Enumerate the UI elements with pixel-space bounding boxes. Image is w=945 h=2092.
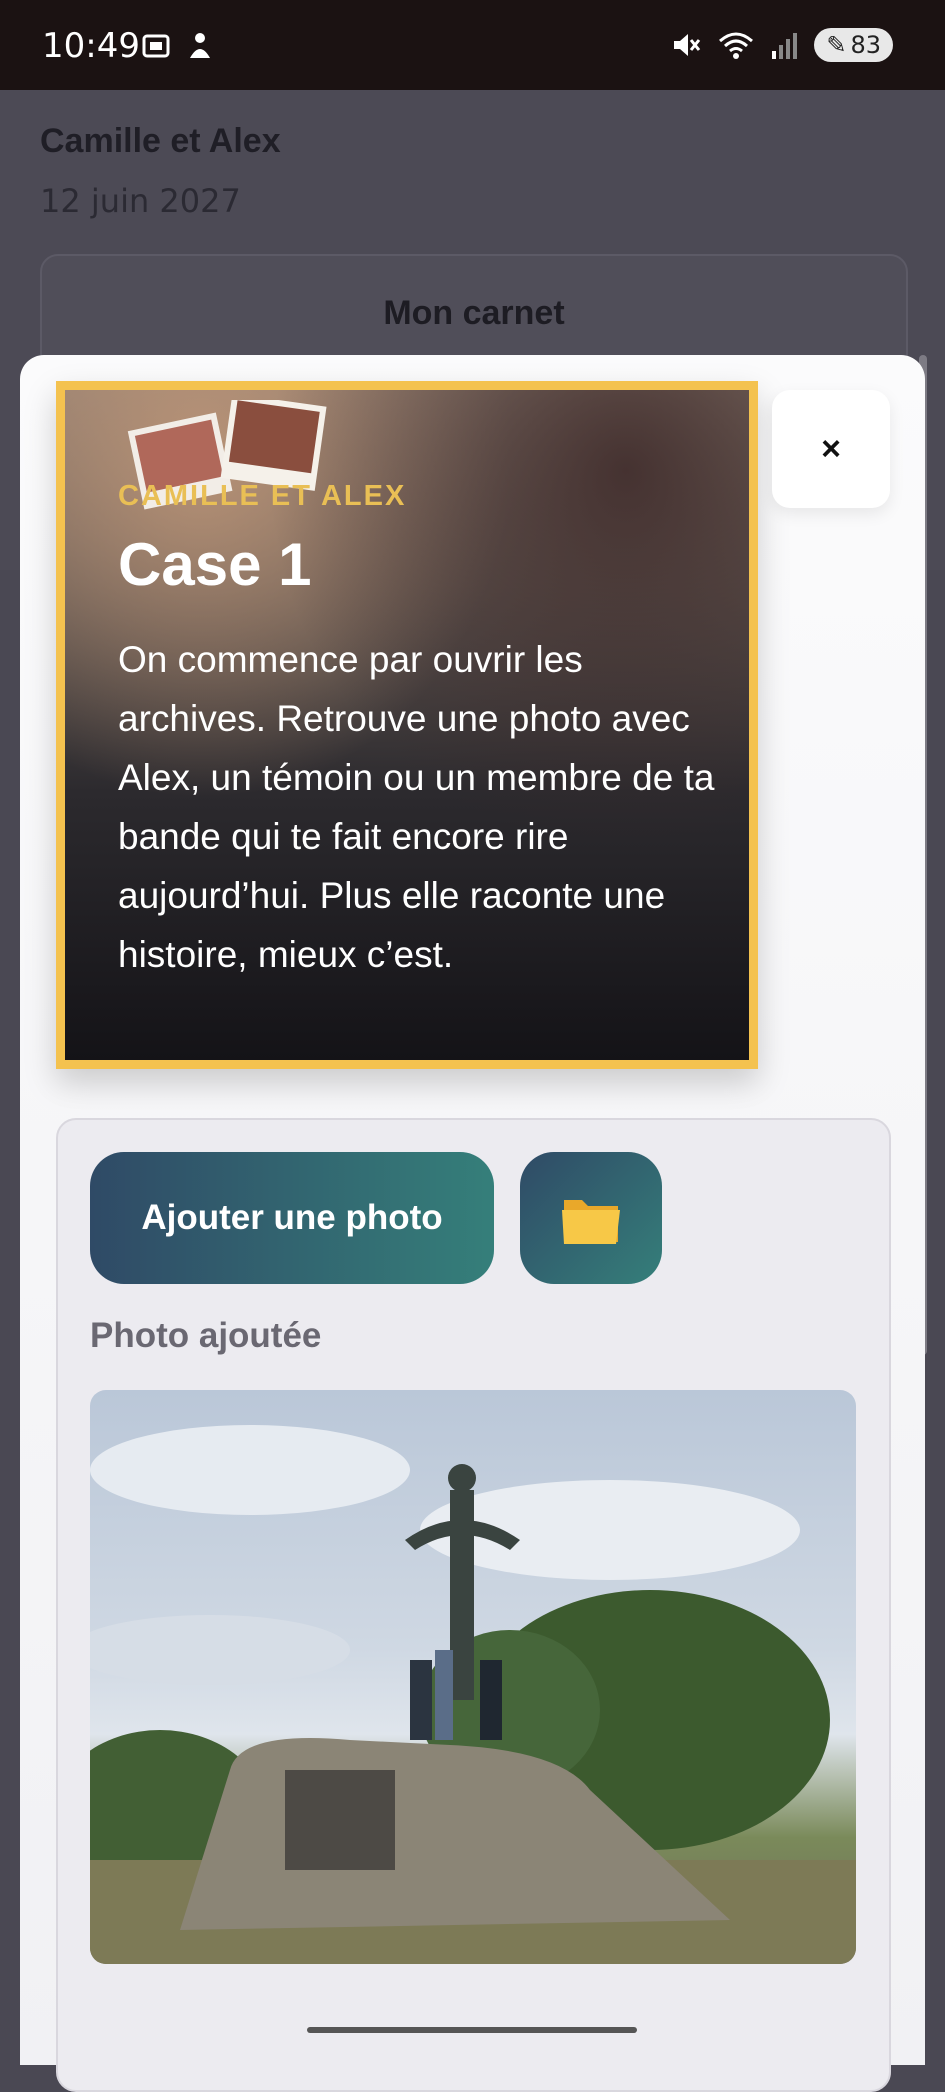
page-title: Camille et Alex: [40, 122, 281, 160]
folder-button[interactable]: [520, 1152, 662, 1284]
case-eyebrow: CAMILLE ET ALEX: [118, 480, 407, 512]
notebook-card-title: Mon carnet: [383, 294, 565, 332]
close-icon: ×: [821, 429, 841, 468]
add-photo-button[interactable]: Ajouter une photo: [90, 1152, 494, 1284]
case-description: On commence par ouvrir les archives. Ret…: [118, 639, 715, 975]
signal-icon: [772, 33, 798, 59]
case-title: Case 1: [118, 531, 312, 598]
status-right-icons: ✎ 83: [670, 28, 893, 62]
uploaded-photo[interactable]: [90, 1390, 856, 1964]
status-time: 10:49: [42, 26, 140, 66]
case-hero-card: CAMILLE ET ALEX Case 1 On commence par o…: [56, 381, 758, 1069]
page-date: 12 juin 2027: [40, 182, 241, 220]
battery-level: 83: [850, 31, 881, 59]
home-indicator[interactable]: [307, 2027, 637, 2033]
photo-added-label: Photo ajoutée: [90, 1316, 322, 1355]
accessibility-icon: [190, 33, 210, 58]
uploaded-photo-image: [90, 1425, 856, 1964]
battery-indicator: ✎ 83: [814, 28, 893, 62]
case-modal: CAMILLE ET ALEX Case 1 On commence par o…: [20, 355, 925, 2092]
status-bar: 10:49 ✎ 83: [0, 0, 945, 90]
photo-upload-card: Ajouter une photo Photo ajoutée: [56, 1118, 891, 2092]
close-button[interactable]: ×: [772, 390, 890, 508]
mute-icon: [674, 34, 701, 56]
status-left-icons: [140, 30, 214, 62]
battery-leaf-icon: ✎: [826, 31, 847, 59]
wifi-icon: [719, 32, 754, 59]
screenshot-icon: [142, 34, 170, 58]
folder-icon: [562, 1200, 620, 1244]
